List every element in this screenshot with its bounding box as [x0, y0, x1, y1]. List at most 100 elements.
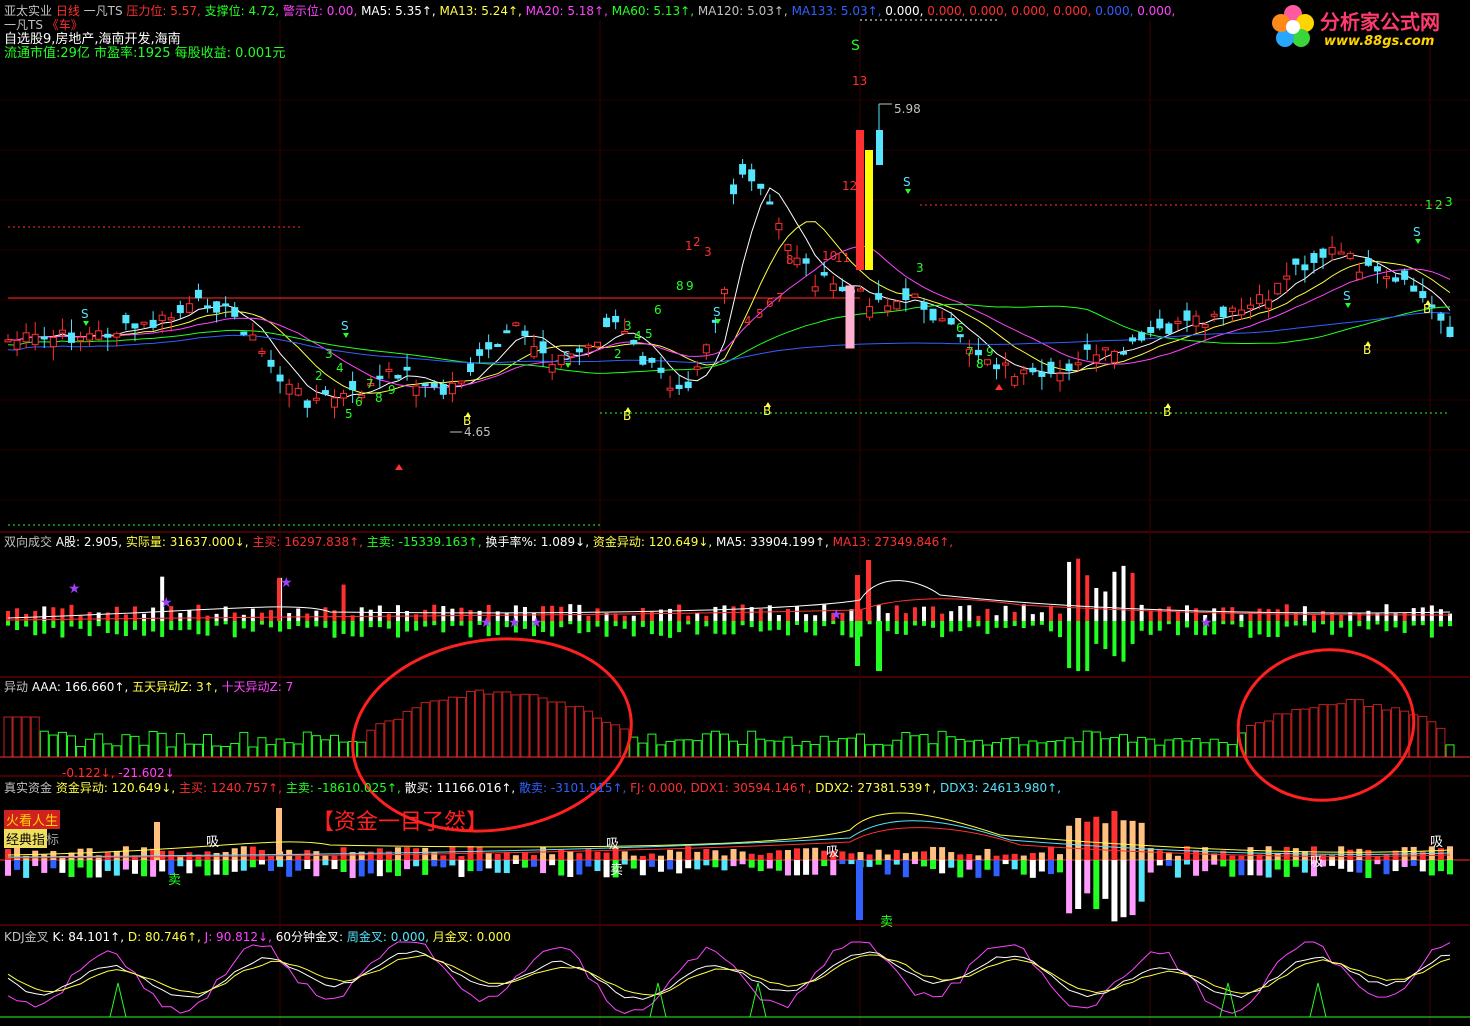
fund-pos-bar: [1047, 846, 1054, 860]
vol-buy-bar: [69, 604, 74, 621]
candle-body: [494, 343, 502, 347]
vol-sell-bar: [1239, 621, 1244, 628]
fund-pos-bar: [32, 850, 39, 860]
vol-sell-bar: [622, 621, 627, 629]
vol-buy-bar: [640, 607, 645, 621]
main-header-seg-11: MA133: 5.03↑,: [787, 4, 882, 18]
vol-buy-bar: [785, 609, 790, 621]
fund-header-seg-9: DDX3: 24613.980↑,: [936, 781, 1061, 795]
candle-body: [875, 293, 883, 300]
candle-body: [394, 374, 402, 379]
fund-neg-bar: [703, 860, 710, 866]
vol-buy-bar: [1339, 614, 1344, 621]
aaa-bar: [1109, 737, 1119, 758]
vol-sell-bar: [1284, 621, 1289, 627]
stock-sector-line: 自选股9,房地产,海南开发,海南: [4, 33, 181, 47]
vol-buy-bar: [151, 607, 156, 621]
fund-neg-bar: [576, 860, 583, 875]
fund-neg-bar: [431, 860, 438, 867]
vol-sell-bar: [405, 621, 410, 632]
fund-neg-bar: [1102, 860, 1109, 899]
fund-neg-bar: [77, 860, 84, 868]
vol-buy-bar: [1048, 605, 1053, 621]
aaa-bar: [792, 745, 802, 758]
fund-pos-bar: [1365, 849, 1372, 860]
candle-body: [993, 364, 1001, 370]
fund-neg-bar: [249, 860, 256, 868]
fund-neg-bar: [1138, 860, 1145, 902]
candle-body: [1020, 369, 1028, 375]
fund-header-seg-1: 资金异动: 120.649↓,: [55, 781, 176, 795]
candle-body: [1065, 363, 1073, 371]
candle-body: [1346, 252, 1354, 259]
fund-pos-bar: [540, 847, 547, 860]
candle-body: [403, 366, 411, 371]
vol-buy-bar: [1130, 572, 1135, 621]
fund-pos-bar: [494, 854, 501, 860]
fund-neg-bar: [939, 860, 946, 874]
fund-neg-bar: [313, 860, 320, 877]
count-label: 8: [375, 391, 383, 405]
vol-buy-bar: [1239, 614, 1244, 621]
fund-pos-spike-2: [276, 808, 282, 860]
aaa-bar: [783, 736, 793, 758]
fund-neg-bar: [222, 860, 229, 875]
fund-neg-bar: [494, 860, 501, 873]
vol-sell-bar: [740, 621, 745, 626]
vol-buy-bar: [1330, 612, 1335, 621]
aaa-bar: [992, 742, 1002, 758]
vol-header-seg-7: MA5: 33904.199↑,: [712, 535, 829, 549]
candle-body: [222, 303, 230, 307]
stock-chart-canvas[interactable]: 5.984.65SSSSSSSSB B B BBB13121 238 10114 56 78 9…: [0, 0, 1470, 1026]
count-label: 8: [676, 279, 684, 293]
fund-pos-bar: [920, 851, 927, 860]
fund-pos-bar: [1301, 851, 1308, 860]
vol-sell-bar: [649, 621, 654, 635]
sell-marker: 卖: [880, 915, 893, 930]
vol-buy-bar: [1266, 609, 1271, 621]
vol-buy-bar: [1230, 607, 1235, 621]
vol-sell-bar: [287, 621, 292, 630]
candle-body: [539, 341, 547, 354]
fund-neg-bar: [558, 860, 565, 876]
vol-sell-bar: [160, 621, 165, 637]
fund-neg-bar: [458, 860, 465, 877]
vol-sell-bar: [450, 621, 455, 626]
vol-sell-bar: [1039, 621, 1044, 625]
vol-sell-bar: [949, 621, 954, 632]
aaa-bar: [266, 744, 276, 758]
count-label: 6: [355, 395, 363, 409]
candle-body: [1029, 367, 1037, 373]
aaa-bar: [1345, 699, 1355, 758]
vol-sell-bar: [15, 621, 20, 631]
candle-body: [77, 336, 85, 342]
fund-neg-bar: [884, 860, 891, 875]
site-logo[interactable]: 分析家公式网 www.88gs.com: [1268, 2, 1464, 52]
fund-neg-bar: [1283, 860, 1290, 877]
aaa-bar: [574, 705, 584, 758]
vol-sell-bar: [577, 621, 582, 634]
fund-neg-bar: [540, 860, 547, 874]
fund-neg-bar: [1347, 860, 1354, 872]
fund-pos-bar: [902, 853, 909, 860]
count-label: 2: [693, 235, 701, 249]
fund-pos-bar: [857, 852, 864, 860]
absorb-marker: 吸: [826, 845, 839, 860]
fund-neg-bar: [1238, 860, 1245, 876]
fund-neg-bar: [1183, 860, 1190, 865]
logo-url: www.88gs.com: [1324, 34, 1435, 49]
main-header-seg-16: 0.000,: [1049, 4, 1092, 18]
vol-buy-bar: [949, 611, 954, 621]
fund-neg-bar: [784, 860, 791, 876]
fund-pos-bar: [975, 855, 982, 860]
vol-sell-bar: [1221, 621, 1226, 625]
ma133-line: [7, 312, 1451, 364]
aaa-bar: [710, 730, 720, 758]
candle-body: [639, 355, 647, 365]
candle-body: [1047, 361, 1055, 374]
vol-buy-bar: [885, 613, 890, 621]
vol-sell-bar: [894, 621, 899, 634]
candle-body-spike-yellow: [865, 150, 873, 270]
candle-body-spike-cyan: [876, 130, 883, 165]
vol-sell-bar: [1411, 621, 1416, 626]
